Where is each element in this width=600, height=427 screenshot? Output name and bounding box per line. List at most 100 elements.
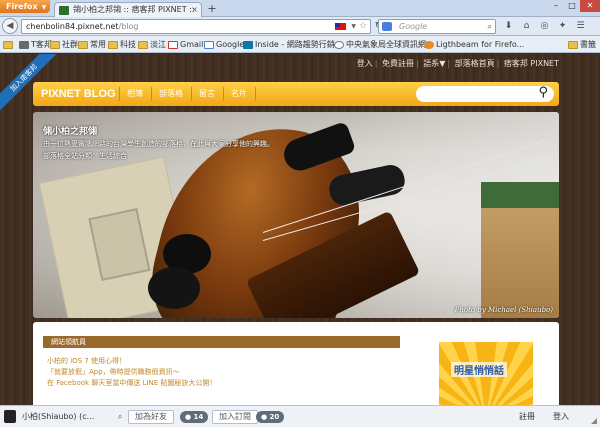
url-dropdown-icon[interactable]: ▼ <box>351 20 356 33</box>
lightbeam-icon[interactable]: ◎ <box>538 20 551 33</box>
bookmark-folder-bookmarks[interactable]: 書籤 <box>568 36 596 52</box>
bookmark-label: 科技 <box>120 40 136 49</box>
bookmark-star-icon[interactable]: ☆ <box>359 20 367 33</box>
divider <box>255 87 256 101</box>
bookmark-tkb[interactable]: T客邦 <box>19 36 52 52</box>
banner-category[interactable]: 部落格全站分類：生活綜合 <box>43 151 127 161</box>
divider: | <box>374 59 378 68</box>
tab-title: ㋿小柏之邦㋿ :: 痞客邦 PIXNET :: <box>73 5 195 14</box>
search-icon[interactable]: ⌕ <box>118 406 122 427</box>
search-icon[interactable]: ⌕ <box>488 20 492 33</box>
bookshelf <box>481 182 559 318</box>
panel-link[interactable]: 小柏的 iOS 7 使用心得！ <box>47 356 126 366</box>
bookmark-google[interactable]: Google <box>204 36 245 52</box>
google-search-icon <box>382 22 392 31</box>
bookmark-folder-social[interactable]: 社群 <box>50 36 78 52</box>
url-domain: chenbolin84.pixnet.net <box>26 22 119 31</box>
nav-album[interactable]: 相簿 <box>127 82 143 106</box>
tkb-icon <box>19 40 29 49</box>
bookmark-gmail[interactable]: Gmail <box>168 36 203 52</box>
register-link[interactable]: 免費註冊 <box>382 59 414 68</box>
home-icon[interactable]: ⌂ <box>520 20 533 33</box>
login-link[interactable]: 登入 <box>553 406 569 427</box>
bookmark-folder-tech[interactable]: 科技 <box>108 36 136 52</box>
folder-icon <box>78 40 88 49</box>
download-icon[interactable]: ⬇ <box>502 20 515 33</box>
folder-icon <box>50 40 60 49</box>
panel-title: 網站領航員 <box>43 336 400 348</box>
folder-icon <box>3 40 13 49</box>
bookmark-label: 淡江 <box>150 40 166 49</box>
close-tab-icon[interactable]: × <box>191 3 198 17</box>
google-icon <box>204 40 214 49</box>
search-icon[interactable]: ⚲ <box>538 86 548 100</box>
blog-logo[interactable]: PIXNET BLOG <box>41 82 116 106</box>
avatar[interactable] <box>4 410 16 423</box>
blog-search-input[interactable]: ⚲ <box>416 86 554 102</box>
folder-icon <box>568 40 578 49</box>
pixnet-status-bar: 小柏(Shiaubo) (c... ⌕ 加為好友 ● 14 加入訂閱 ● 20 … <box>0 405 600 427</box>
username[interactable]: 小柏(Shiaubo) (c... <box>22 406 94 427</box>
url-path: /blog <box>118 22 139 31</box>
person-icon: ● <box>261 413 268 421</box>
bookmark-label: T客邦 <box>31 40 52 49</box>
web-page: 加入痞客邦 登入 | 免費註冊 | 語系▼ | 部落格首頁 | 痞客邦 PIXNET P… <box>0 54 600 405</box>
bookmark-cwb[interactable]: 中央氣象局全球資訊網 <box>334 36 426 52</box>
subscribers-count: 20 <box>269 413 280 421</box>
register-link[interactable]: 註冊 <box>519 406 535 427</box>
chevron-down-icon: ▼ <box>41 4 47 11</box>
browser-tab[interactable]: ㋿小柏之邦㋿ :: 痞客邦 PIXNET :: × <box>54 2 202 17</box>
bookmark-label: 常用 <box>90 40 106 49</box>
navigation-toolbar: ◀ chenbolin84.pixnet.net/blog ▼ ☆ ↻ Goog… <box>0 17 600 36</box>
close-window-button[interactable]: ✕ <box>580 0 600 12</box>
site-favicon-icon <box>59 6 69 15</box>
divider <box>151 87 152 101</box>
address-bar[interactable]: chenbolin84.pixnet.net/blog ▼ ☆ <box>21 19 371 34</box>
bookmark-folder-common[interactable]: 常用 <box>78 36 106 52</box>
bookmark-folder-tku[interactable]: 淡江 <box>138 36 166 52</box>
divider: | <box>496 59 500 68</box>
add-friend-button[interactable]: 加為好友 <box>128 410 174 424</box>
eye-icon <box>334 40 344 49</box>
bookmark-label: 中央氣象局全球資訊網 <box>346 40 426 49</box>
person-icon: ● <box>185 413 192 421</box>
login-link[interactable]: 登入 <box>357 59 373 68</box>
addon-icon[interactable]: ✦ <box>556 20 569 33</box>
friends-count: 14 <box>193 413 204 421</box>
maximize-button[interactable]: □ <box>565 0 579 12</box>
new-tab-button[interactable]: + <box>205 3 219 15</box>
divider <box>223 87 224 101</box>
bookmark-label: Google <box>216 40 245 49</box>
nav-blog[interactable]: 部落格 <box>159 82 183 106</box>
photo-credit: Photo by Michael (Shiaubo) <box>454 306 553 314</box>
bookmark-lightbeam[interactable]: Ligthbeam for Firefo... <box>424 36 524 52</box>
divider <box>191 87 192 101</box>
bookmark-label: 書籤 <box>580 40 596 49</box>
inside-icon <box>243 40 253 49</box>
minimize-button[interactable]: – <box>548 0 564 12</box>
nav-guestbook[interactable]: 留言 <box>199 82 215 106</box>
panel-link[interactable]: 「就要放假」App，帶時提供職務假資訊～ <box>47 367 180 377</box>
language-link[interactable]: 語系▼ <box>423 59 445 68</box>
bookmark-inside[interactable]: Inside - 網路趨勢行銷... <box>243 36 343 52</box>
advertisement[interactable]: 明星悄悄話 <box>439 342 533 405</box>
bookmark-label: 社群 <box>62 40 78 49</box>
violin-peg <box>148 267 200 309</box>
nav-profile[interactable]: 名片 <box>231 82 247 106</box>
resize-grip-icon[interactable] <box>591 418 597 424</box>
panel-link[interactable]: 在 Facebook 聊天室當中傳送 LINE 貼圖秘訣大公開！ <box>47 378 216 388</box>
blog-home-link[interactable]: 部落格首頁 <box>455 59 495 68</box>
banner-title[interactable]: ㋿小柏之邦㋿ <box>43 124 97 137</box>
gmail-icon <box>168 40 178 49</box>
menu-icon[interactable]: ☰ <box>574 20 587 33</box>
blog-banner: ㋿小柏之邦㋿ 由一位熱愛電腦網路的台灣學生創造的部落格，在此與大家分享他的興趣。… <box>33 112 559 318</box>
subscribe-button[interactable]: 加入訂閱 <box>212 410 258 424</box>
firefox-menu-label: Firefox <box>6 2 38 11</box>
firefox-menu-button[interactable]: Firefox ▼ <box>0 0 50 13</box>
bookmark-label: Inside - 網路趨勢行銷... <box>255 40 343 49</box>
bookmarks-menu-icon[interactable] <box>3 36 15 52</box>
back-arrow-icon[interactable]: ◀ <box>2 18 18 34</box>
search-input[interactable]: Google ⌕ <box>378 19 496 34</box>
firefox-icon <box>424 40 434 49</box>
pixnet-link[interactable]: 痞客邦 PIXNET <box>504 59 559 68</box>
